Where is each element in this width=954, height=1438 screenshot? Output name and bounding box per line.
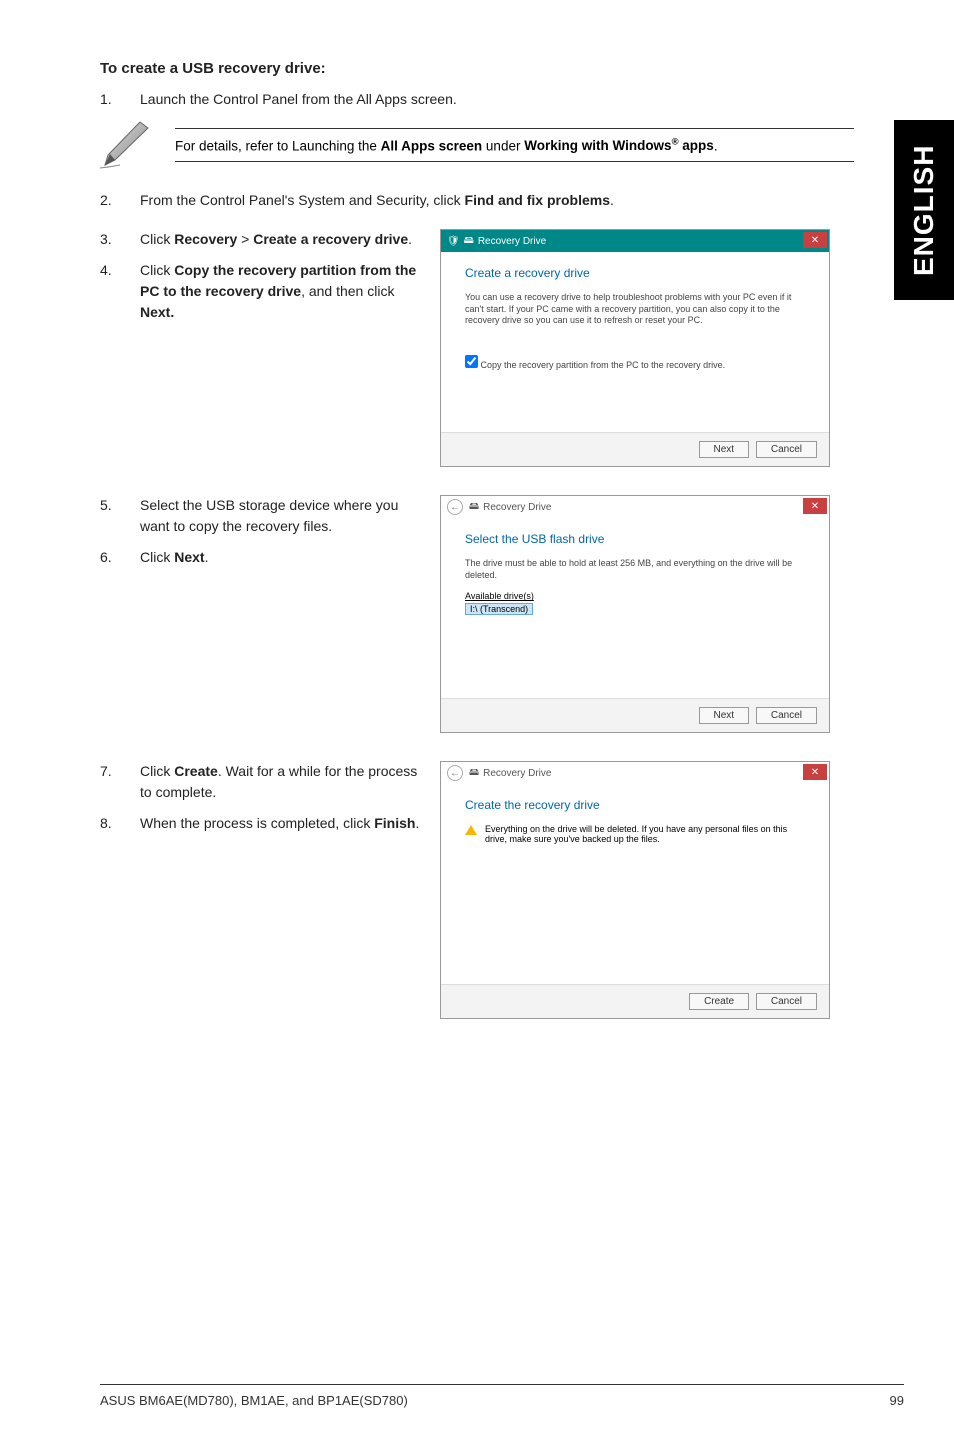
close-button[interactable]: ✕ (803, 764, 827, 780)
t: . (205, 549, 209, 565)
note-bold-2: Working with Windows® apps (524, 138, 714, 153)
t: Finish (374, 815, 415, 831)
step-4: 4. Click Copy the recovery partition fro… (100, 260, 420, 323)
step-text: When the process is completed, click Fin… (140, 813, 420, 834)
step-text: Click Copy the recovery partition from t… (140, 260, 420, 323)
t: . (415, 815, 419, 831)
t: . (408, 231, 412, 247)
step-text: From the Control Panel's System and Secu… (140, 190, 904, 211)
dialog-buttons: Create Cancel (441, 984, 829, 1018)
checkbox-label: Copy the recovery partition from the PC … (481, 360, 726, 370)
next-button[interactable]: Next (699, 707, 750, 724)
pencil-icon (100, 120, 155, 170)
cancel-button[interactable]: Cancel (756, 993, 817, 1010)
cancel-button[interactable]: Cancel (756, 441, 817, 458)
dialog-titlebar: ← 🖴 Recovery Drive ✕ (441, 496, 829, 518)
t: Next (174, 549, 204, 565)
step-8: 8. When the process is completed, click … (100, 813, 420, 834)
page-number: 99 (890, 1393, 904, 1408)
step-1: 1. Launch the Control Panel from the All… (100, 89, 904, 110)
step-6: 6. Click Next. (100, 547, 420, 568)
step-number: 2. (100, 190, 140, 211)
note-b2a: Working with Windows (524, 138, 671, 153)
dialog-select-usb: ← 🖴 Recovery Drive ✕ Select the USB flas… (440, 495, 830, 733)
t: . (610, 192, 614, 208)
dialog-description: The drive must be able to hold at least … (465, 558, 805, 581)
dialog-heading: Select the USB flash drive (465, 532, 805, 546)
note-bold-1: All Apps screen (381, 138, 483, 153)
create-button[interactable]: Create (689, 993, 749, 1010)
page-footer: ASUS BM6AE(MD780), BM1AE, and BP1AE(SD78… (100, 1384, 904, 1408)
note-mid: under (482, 138, 524, 153)
drive-item[interactable]: I:\ (Transcend) (465, 603, 533, 615)
shield-icon: 🛡 (447, 236, 460, 247)
dialog-titlebar: 🛡 🖴 Recovery Drive ✕ (441, 230, 829, 252)
step-number: 5. (100, 495, 140, 537)
step-number: 8. (100, 813, 140, 834)
drive-icon: 🖴 (464, 233, 474, 250)
t: Create a recovery drive (253, 231, 408, 247)
note-text: For details, refer to Launching the All … (175, 128, 854, 163)
step-7: 7. Click Create. Wait for a while for th… (100, 761, 420, 803)
t: Click (140, 231, 174, 247)
t: > (237, 231, 253, 247)
footer-left: ASUS BM6AE(MD780), BM1AE, and BP1AE(SD78… (100, 1393, 408, 1408)
warning-icon (465, 825, 477, 835)
cancel-button[interactable]: Cancel (756, 707, 817, 724)
step-text: Click Next. (140, 547, 420, 568)
section-heading: To create a USB recovery drive: (100, 60, 904, 77)
copy-partition-checkbox[interactable]: Copy the recovery partition from the PC … (465, 355, 805, 370)
dialog-heading: Create the recovery drive (465, 798, 805, 812)
close-button[interactable]: ✕ (803, 498, 827, 514)
dialog-titlebar: ← 🖴 Recovery Drive ✕ (441, 762, 829, 784)
step-number: 1. (100, 89, 140, 110)
step-2: 2. From the Control Panel's System and S… (100, 190, 904, 211)
step-text: Click Create. Wait for a while for the p… (140, 761, 420, 803)
t: Click (140, 763, 174, 779)
t: Click (140, 549, 174, 565)
close-button[interactable]: ✕ (803, 232, 827, 248)
dialog-create-drive: ← 🖴 Recovery Drive ✕ Create the recovery… (440, 761, 830, 1019)
step-text: Select the USB storage device where you … (140, 495, 420, 537)
step-number: 4. (100, 260, 140, 323)
warning-row: Everything on the drive will be deleted.… (465, 824, 805, 844)
t: From the Control Panel's System and Secu… (140, 192, 465, 208)
step-number: 3. (100, 229, 140, 250)
step-5: 5. Select the USB storage device where y… (100, 495, 420, 537)
dialog-heading: Create a recovery drive (465, 266, 805, 280)
dialog-description: You can use a recovery drive to help tro… (465, 292, 805, 327)
drive-icon: 🖴 (469, 499, 479, 516)
dialog-title: Recovery Drive (478, 236, 546, 247)
t: Next. (140, 304, 174, 320)
drive-icon: 🖴 (469, 765, 479, 782)
dialog-buttons: Next Cancel (441, 698, 829, 732)
dialog-title: Recovery Drive (483, 768, 551, 779)
step-3: 3. Click Recovery > Create a recovery dr… (100, 229, 420, 250)
side-tab-english: ENGLISH (894, 120, 954, 300)
registered-icon: ® (672, 137, 679, 148)
checkbox-input[interactable] (465, 355, 478, 368)
available-drives-label: Available drive(s) (465, 591, 805, 601)
note-suffix: . (714, 138, 718, 153)
back-button[interactable]: ← (447, 765, 463, 781)
t: When the process is completed, click (140, 815, 374, 831)
step-number: 6. (100, 547, 140, 568)
t: Recovery (174, 231, 237, 247)
note-block: For details, refer to Launching the All … (100, 120, 904, 170)
step-text: Click Recovery > Create a recovery drive… (140, 229, 420, 250)
warning-text: Everything on the drive will be deleted.… (485, 824, 805, 844)
note-prefix: For details, refer to Launching the (175, 138, 381, 153)
t: Find and fix problems (465, 192, 610, 208)
dialog-buttons: Next Cancel (441, 432, 829, 466)
t: , and then click (301, 283, 394, 299)
note-b2b: apps (679, 138, 714, 153)
t: Click (140, 262, 174, 278)
t: Create (174, 763, 218, 779)
step-number: 7. (100, 761, 140, 803)
back-button[interactable]: ← (447, 499, 463, 515)
dialog-title: Recovery Drive (483, 502, 551, 513)
next-button[interactable]: Next (699, 441, 750, 458)
step-text: Launch the Control Panel from the All Ap… (140, 89, 904, 110)
dialog-create-recovery: 🛡 🖴 Recovery Drive ✕ Create a recovery d… (440, 229, 830, 467)
